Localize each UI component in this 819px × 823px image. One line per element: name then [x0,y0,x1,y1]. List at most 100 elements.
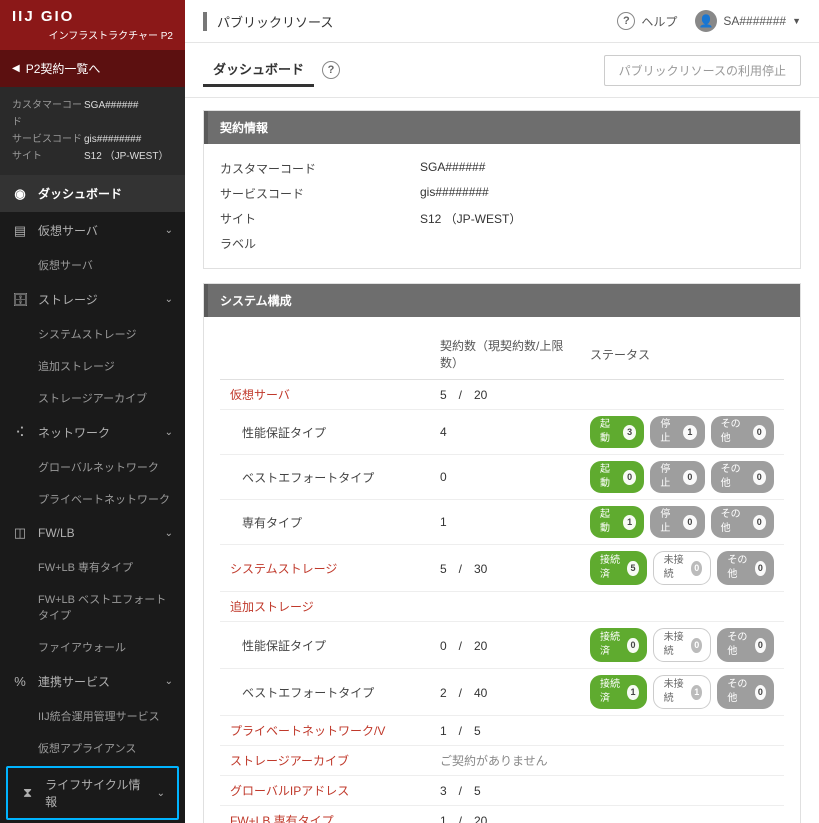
row-name: グローバルIPアドレス [220,776,430,806]
contract-panel-head: 契約情報 [204,111,800,144]
badge-count: 1 [623,515,636,530]
stop-usage-button[interactable]: パブリックリソースの利用停止 [604,55,801,86]
chevron-down-icon: ⌄ [165,528,173,539]
row-status: 起動3停止1その他0 [580,410,784,455]
row-name: プライベートネットワーク/V [220,716,430,746]
caret-down-icon: ▼ [792,16,801,26]
sidebar-item-lifecycle[interactable]: ⧗ ライフサイクル情報 ⌄ [8,768,177,818]
table-row: 性能保証タイプ0 / 20接続済0未接続0その他0 [220,622,784,669]
system-panel: システム構成 契約数（現契約数/上限数） ステータス 仮想サーバ5 / 20性能… [203,283,801,823]
badge-count: 5 [627,561,638,576]
status-badge: 起動3 [590,416,644,448]
chevron-down-icon: ⌄ [165,294,173,305]
status-badge: 未接続1 [653,675,712,709]
row-status: 接続済0未接続0その他0 [580,622,784,669]
badge-count: 0 [627,638,638,653]
sidebar-sub-fwlb-dedicated[interactable]: FW+LB 専有タイプ [0,551,185,583]
badge-label: 起動 [600,418,618,446]
service-code-val: gis######## [84,131,141,148]
row-name: 性能保証タイプ [220,410,430,455]
hourglass-icon: ⧗ [20,785,35,801]
help-icon: ? [617,12,635,30]
info-val: gis######## [420,185,489,202]
system-table: 契約数（現契約数/上限数） ステータス 仮想サーバ5 / 20性能保証タイプ4起… [220,329,784,823]
sidebar-item-label: 連携サービス [38,673,110,690]
code-box: カスタマーコードSGA###### サービスコードgis######## サイト… [0,87,185,175]
sidebar-sub-firewall[interactable]: ファイアウォール [0,631,185,663]
status-badge: 停止1 [650,416,704,448]
chevron-left-icon: ◀ [12,63,20,74]
customer-code-val: SGA###### [84,97,139,131]
sidebar-sub-system-storage[interactable]: システムストレージ [0,318,185,350]
tab-dashboard[interactable]: ダッシュボード [203,53,314,87]
row-name: 追加ストレージ [220,592,430,622]
row-name: システムストレージ [220,545,430,592]
sidebar-item-dashboard[interactable]: ◉ ダッシュボード [0,175,185,212]
help-icon[interactable]: ? [322,61,340,79]
table-row: 追加ストレージ [220,592,784,622]
row-name: FW+LB 専有タイプ [220,806,430,823]
avatar-icon: 👤 [695,10,717,32]
firewall-icon: ◫ [12,525,28,541]
status-badge: 接続済0 [590,628,647,662]
row-count: 5 / 20 [430,380,580,410]
info-val: S12 （JP-WEST） [420,210,521,227]
sidebar-sub-virtual-appliance[interactable]: 仮想アプライアンス [0,732,185,764]
sidebar-sub-storage-archive[interactable]: ストレージアーカイブ [0,382,185,414]
badge-count: 0 [755,561,766,576]
row-status: 接続済1未接続1その他0 [580,669,784,716]
status-badge: その他0 [711,416,774,448]
info-row: サイトS12 （JP-WEST） [220,206,784,231]
info-row: サービスコードgis######## [220,181,784,206]
help-link[interactable]: ? ヘルプ [617,12,677,30]
nav: ◉ ダッシュボード ▤ 仮想サーバ ⌄ 仮想サーバ 🗄 ストレージ ⌄ システム… [0,175,185,823]
badge-label: その他 [727,554,749,582]
contracts-link[interactable]: ◀ P2契約一覧へ [0,50,185,87]
row-count: 4 [430,410,580,455]
sidebar-item-storage[interactable]: 🗄 ストレージ ⌄ [0,281,185,318]
status-badge: その他0 [711,461,774,493]
badge-label: 起動 [600,463,618,491]
status-badge: その他 0 [717,551,774,585]
sidebar-sub-iij-mgmt[interactable]: IIJ統合運用管理サービス [0,700,185,732]
page-title: パブリックリソース [203,12,333,31]
badge-count: 1 [627,685,638,700]
user-menu[interactable]: 👤 SA####### ▼ [695,10,801,32]
sidebar-sub-vserver[interactable]: 仮想サーバ [0,249,185,281]
row-status: 起動1停止0その他0 [580,500,784,545]
chevron-down-icon: ⌄ [165,225,173,236]
sidebar-item-fwlb[interactable]: ◫ FW/LB ⌄ [0,515,185,551]
brand-title: IIJ GIO [12,8,173,25]
row-status [580,592,784,622]
badge-label: 接続済 [600,554,622,582]
row-name: ベストエフォートタイプ [220,455,430,500]
sidebar-sub-fwlb-besteffort[interactable]: FW+LB ベストエフォートタイプ [0,583,185,631]
info-key: ラベル [220,235,420,252]
service-code-key: サービスコード [12,131,84,148]
table-row: 仮想サーバ5 / 20 [220,380,784,410]
brand: IIJ GIO インフラストラクチャー P2 [0,0,185,50]
row-count: 5 / 30 [430,545,580,592]
badge-count: 0 [623,470,636,485]
sidebar-item-linked[interactable]: % 連携サービス ⌄ [0,663,185,700]
site-val: S12 （JP-WEST） [84,148,168,165]
row-name: 仮想サーバ [220,380,430,410]
sidebar-sub-add-storage[interactable]: 追加ストレージ [0,350,185,382]
badge-count: 0 [755,638,766,653]
table-row: ストレージアーカイブご契約がありません [220,746,784,776]
status-badge: 停止0 [650,461,704,493]
badge-label: 接続済 [600,678,622,706]
sidebar-item-label: FW/LB [38,526,75,540]
badge-label: 停止 [660,418,678,446]
row-status [580,776,784,806]
table-row: 性能保証タイプ4起動3停止1その他0 [220,410,784,455]
sidebar-sub-global-network[interactable]: グローバルネットワーク [0,451,185,483]
status-badge: 接続済 5 [590,551,647,585]
sidebar-item-network[interactable]: ⠪ ネットワーク ⌄ [0,414,185,451]
status-badge: その他0 [717,628,774,662]
table-row: FW+LB 専有タイプ1 / 20 [220,806,784,823]
badge-count: 0 [753,425,766,440]
sidebar-item-vserver[interactable]: ▤ 仮想サーバ ⌄ [0,212,185,249]
row-count: 1 / 20 [430,806,580,823]
sidebar-sub-private-network[interactable]: プライベートネットワーク [0,483,185,515]
